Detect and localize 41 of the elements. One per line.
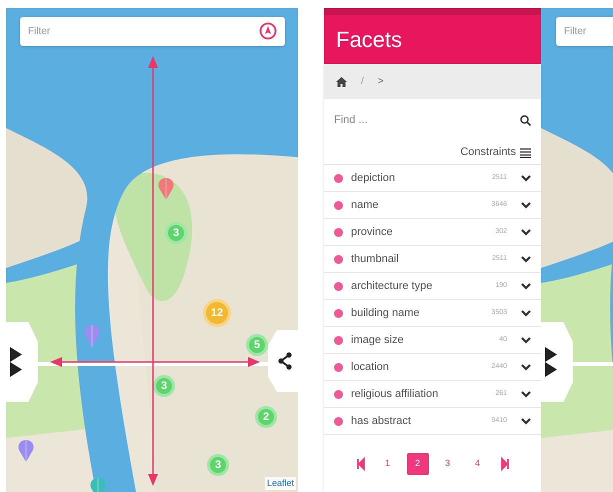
chevron-down-icon[interactable] bbox=[521, 390, 531, 398]
home-icon[interactable] bbox=[336, 76, 347, 86]
filter-field[interactable]: Filter bbox=[556, 17, 613, 46]
chevron-down-icon[interactable] bbox=[521, 364, 531, 370]
page-button[interactable]: 3 bbox=[436, 452, 458, 474]
panel-title: Facets bbox=[336, 26, 402, 54]
share-handle[interactable] bbox=[268, 330, 298, 392]
search-icon[interactable] bbox=[520, 114, 531, 126]
facet-name: name bbox=[351, 198, 380, 213]
triangles-icon bbox=[545, 347, 557, 377]
find-field[interactable]: Find ... bbox=[334, 112, 520, 128]
chevron-down-icon[interactable] bbox=[521, 418, 531, 424]
side-panel-handle[interactable] bbox=[541, 322, 573, 402]
share-icon bbox=[276, 352, 294, 370]
page-button[interactable]: 4 bbox=[466, 452, 488, 474]
triangles-icon bbox=[10, 347, 22, 377]
facet-name: province bbox=[351, 224, 394, 240]
facet-name: building name bbox=[351, 306, 420, 321]
chevron-down-icon[interactable] bbox=[521, 202, 531, 208]
facet-name: religious affiliation bbox=[351, 386, 440, 402]
list-icon[interactable] bbox=[520, 148, 531, 158]
chevron-down-icon[interactable] bbox=[521, 310, 531, 316]
breadcrumb-separator: / bbox=[361, 75, 364, 89]
facet-name: image size bbox=[351, 332, 405, 348]
chevron-down-icon[interactable] bbox=[521, 174, 531, 182]
chevron-down-icon[interactable] bbox=[521, 228, 531, 236]
breadcrumb-next[interactable]: > bbox=[378, 74, 384, 89]
page-button[interactable]: 1 bbox=[376, 452, 398, 474]
page-button[interactable]: 2 bbox=[406, 452, 428, 474]
chevron-down-icon[interactable] bbox=[521, 256, 531, 262]
chevron-down-icon[interactable] bbox=[521, 282, 531, 290]
constraints-label[interactable]: Constraints bbox=[460, 144, 516, 161]
facet-name: location bbox=[351, 360, 390, 375]
facet-name: thumbnail bbox=[351, 252, 400, 267]
facet-name: depiction bbox=[351, 170, 396, 186]
facet-name: has abstract bbox=[351, 414, 412, 429]
facet-name: architecture type bbox=[351, 278, 434, 294]
filter-field[interactable]: Filter bbox=[20, 17, 285, 46]
navigation-icon[interactable] bbox=[259, 22, 277, 40]
side-panel-handle[interactable] bbox=[6, 322, 38, 402]
chevron-down-icon[interactable] bbox=[521, 336, 531, 344]
